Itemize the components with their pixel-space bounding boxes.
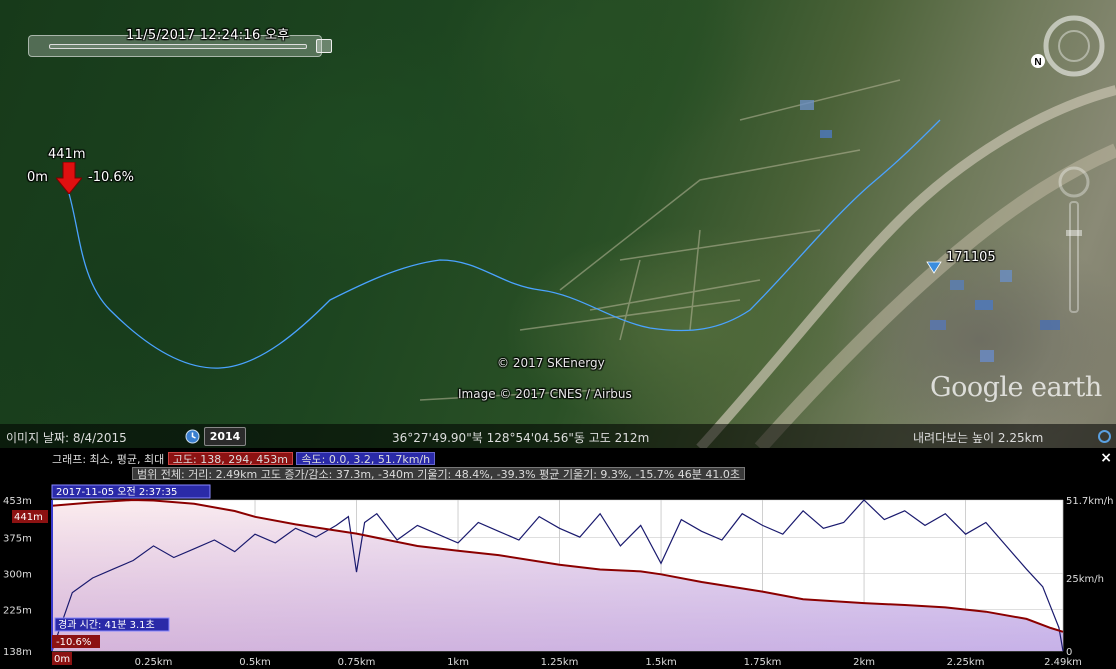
eye-altitude: 내려다보는 높이 2.25km [913, 431, 1044, 445]
graph-label: 그래프: 최소, 평균, 최대 [52, 453, 165, 466]
y-left-tick-label: 225m [3, 605, 32, 616]
x-tick-label: 1km [447, 657, 469, 668]
zoom-thumb[interactable] [1066, 230, 1082, 236]
time-slider-track[interactable] [49, 44, 307, 49]
pointer-coordinates: 36°27'49.90"북 128°54'04.56"동 고도 212m [392, 431, 650, 445]
move-joystick[interactable] [1058, 166, 1090, 198]
zoom-slider[interactable] [1069, 201, 1079, 313]
map-view[interactable]: 11/5/2017 12:24:16 오후 441m 0m -10.6% 171… [0, 0, 1116, 448]
y-left-tick-label: 138m [3, 647, 32, 658]
speed-stats-chip[interactable]: 속도: 0.0, 3.2, 51.7km/h [296, 452, 436, 466]
status-bar: 이미지 날짜: 8/4/2015 2014 36°27'49.90"북 128°… [0, 424, 1116, 448]
position-arrow-icon [54, 161, 84, 198]
elevation-chart-container[interactable]: 0.25km 0.5km 0.75km 1km 1.25km 1.5km 1.75km 2km… [0, 484, 1116, 669]
x-tick-label: 1.5km [645, 657, 676, 668]
x-tick-label: 2km [853, 657, 875, 668]
x-tick-label: 2.49km [1044, 657, 1082, 668]
y-right-tick-label: 25km/h [1066, 574, 1104, 585]
gps-track [67, 119, 941, 369]
range-row: 범위 전체: 거리: 2.49km 고도 증가/감소: 37.3m, -340m… [132, 467, 745, 481]
cursor-time: 2017-11-05 오전 2:37:35 [56, 486, 177, 498]
cursor-distance: 0m [54, 654, 70, 665]
time-slider-thumb[interactable] [316, 39, 332, 53]
range-summary: 범위 전체: 거리: 2.49km 고도 증가/감소: 37.3m, -340m… [132, 467, 745, 481]
close-panel-button[interactable]: × [1100, 450, 1112, 466]
copyright-skenergy: © 2017 SKEnergy [497, 356, 605, 370]
copyright-imagery: Image © 2017 CNES / Airbus [458, 387, 632, 401]
x-tick-label: 1.75km [744, 657, 782, 668]
y-left-tick-label: 375m [3, 533, 32, 544]
navigation-controls[interactable]: N [1030, 12, 1110, 436]
x-tick-label: 2.25km [947, 657, 985, 668]
y-right-tick-label: 51.7km/h [1066, 496, 1114, 507]
historical-year-button[interactable]: 2014 [204, 427, 246, 446]
placemark-label[interactable]: 171105 [946, 250, 996, 265]
x-tick-label: 0.5km [239, 657, 270, 668]
cursor-duration: 경과 시간: 41분 3.1초 [58, 618, 155, 631]
y-left-tick-label: 300m [3, 569, 32, 580]
x-tick-label: 0.75km [338, 657, 376, 668]
stats-row: 그래프: 최소, 평균, 최대 고도: 138, 294, 453m 속도: 0… [52, 451, 436, 467]
y-left-tick-label: 453m [3, 496, 32, 507]
y-right-tick-label: 0 [1066, 647, 1072, 658]
imagery-date: 이미지 날짜: 8/4/2015 [6, 431, 127, 445]
compass-north-icon[interactable]: N [1031, 54, 1045, 68]
start-altitude-label: 441m [48, 147, 86, 162]
start-distance-label: 0m [27, 170, 48, 185]
historical-imagery-clock-icon[interactable] [185, 429, 200, 444]
time-label: 11/5/2017 12:24:16 오후 [126, 28, 290, 43]
look-joystick[interactable] [1058, 30, 1090, 62]
cursor-slope: -10.6% [56, 637, 91, 648]
streaming-indicator-icon [1098, 430, 1111, 443]
altitude-stats-chip[interactable]: 고도: 138, 294, 453m [167, 452, 293, 466]
elevation-chart[interactable]: 0.25km 0.5km 0.75km 1km 1.25km 1.5km 1.75km 2km… [0, 484, 1116, 669]
x-tick-label: 1.25km [541, 657, 579, 668]
elevation-profile-panel: 그래프: 최소, 평균, 최대 고도: 138, 294, 453m 속도: 0… [0, 448, 1116, 669]
look-ring[interactable] [1043, 15, 1105, 77]
start-slope-label: -10.6% [88, 170, 134, 185]
cursor-altitude: 441m [14, 512, 43, 523]
x-tick-label: 0.25km [135, 657, 173, 668]
svg-text:N: N [1034, 57, 1041, 68]
